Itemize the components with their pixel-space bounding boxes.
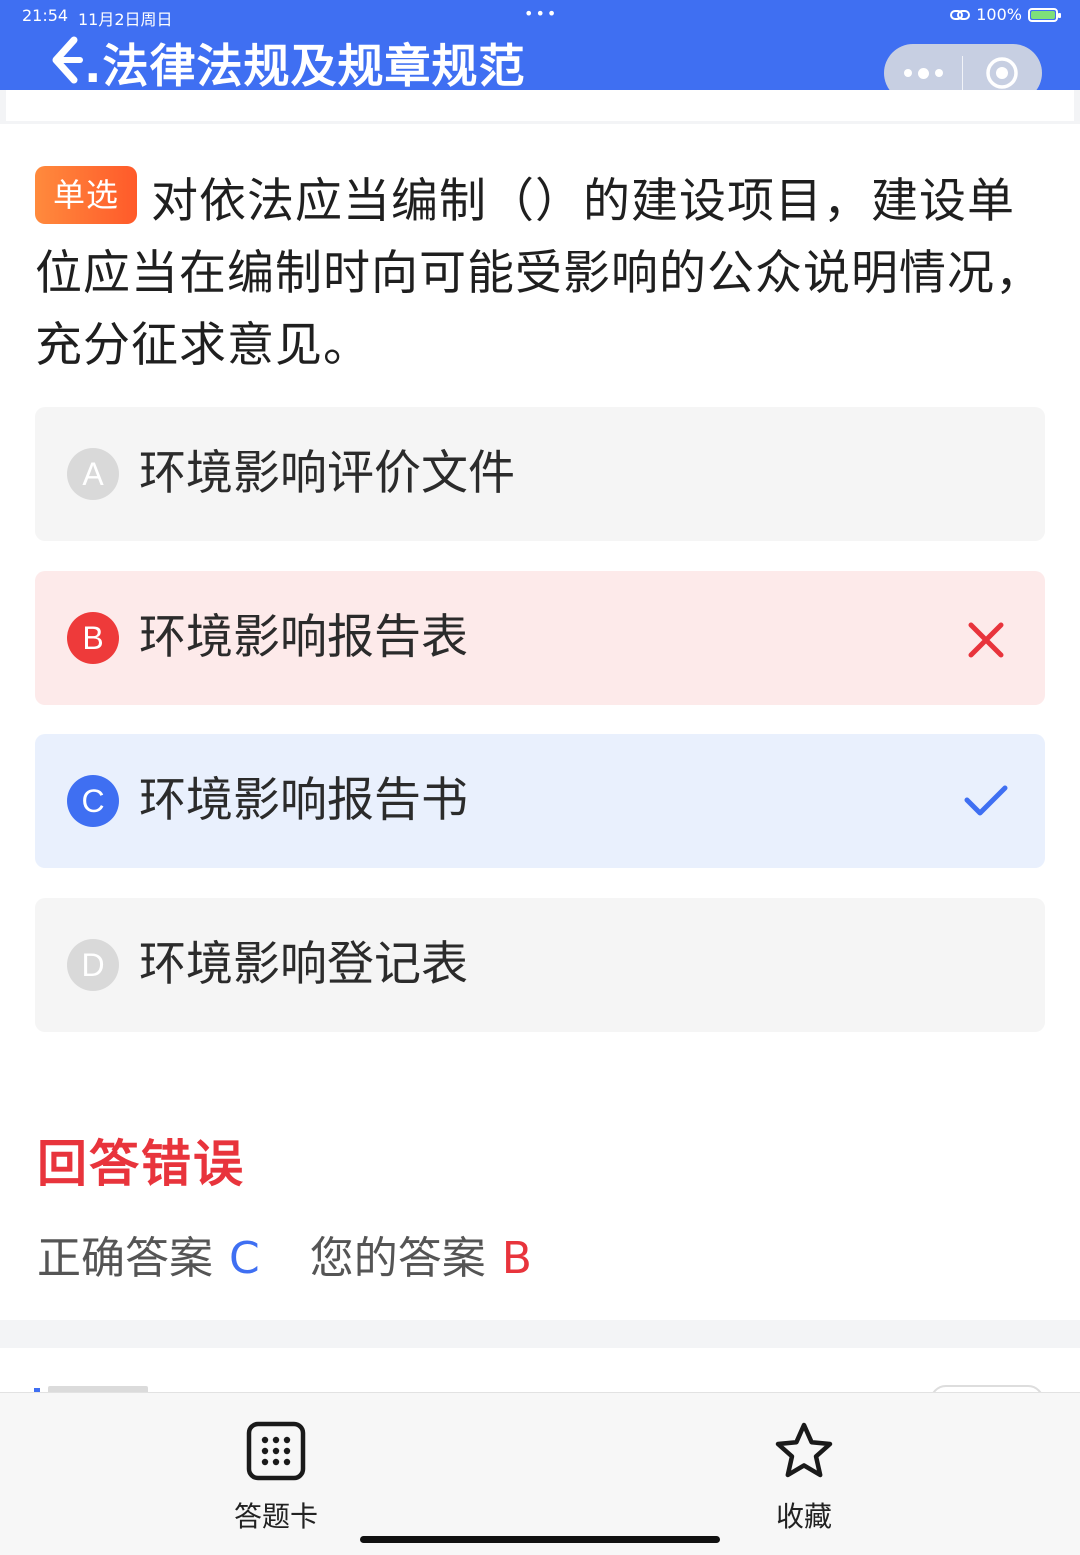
result-title: 回答错误 — [37, 1135, 245, 1193]
option-letter: A — [67, 448, 119, 500]
app-header: 21:54 11月2日周日 ••• 100% .法律法规及规章规范 — [0, 0, 1080, 102]
answer-summary: 正确答案 C 您的答案 B — [37, 1222, 532, 1286]
status-center-dots: ••• — [524, 4, 559, 23]
favorite-button[interactable]: 收藏 — [724, 1393, 884, 1533]
option-d[interactable]: D 环境影响登记表 — [35, 898, 1045, 1032]
question-text: 对依法应当编制（）的建设项目，建设单位应当在编制时向可能受影响的公众说明情况，充… — [35, 174, 1043, 373]
status-date: 11月2日周日 — [78, 10, 173, 29]
answer-card-button[interactable]: 答题卡 — [196, 1393, 356, 1533]
top-strip-card — [6, 90, 1074, 121]
bottom-toolbar: 答题卡 收藏 — [0, 1392, 1080, 1555]
grid-card-icon — [246, 1421, 306, 1481]
my-answer-value: B — [501, 1233, 532, 1284]
section-divider — [0, 1320, 1080, 1348]
favorite-label: 收藏 — [775, 1500, 832, 1533]
option-letter: D — [67, 939, 119, 991]
option-b[interactable]: B 环境影响报告表 — [35, 571, 1045, 705]
option-a[interactable]: A 环境影响评价文件 — [35, 407, 1045, 541]
correct-answer-label: 正确答案 — [37, 1233, 213, 1284]
my-answer-label: 您的答案 — [309, 1233, 486, 1284]
option-label: 环境影响评价文件 — [139, 446, 515, 501]
link-icon — [950, 9, 971, 20]
battery-percent: 100% — [976, 5, 1022, 24]
option-letter: C — [67, 775, 119, 827]
question-block: 单选 对依法应当编制（）的建设项目，建设单位应当在编制时向可能受影响的公众说明情况… — [35, 166, 1047, 382]
option-label: 环境影响登记表 — [139, 937, 468, 992]
option-c[interactable]: C 环境影响报告书 — [35, 734, 1045, 868]
close-x-icon — [968, 622, 1004, 658]
page-title: .法律法规及规章规范 — [84, 39, 526, 93]
status-time: 21:54 — [22, 6, 69, 25]
question-type-tag: 单选 — [35, 166, 137, 224]
back-arrow-icon[interactable] — [46, 34, 86, 86]
home-indicator — [360, 1536, 720, 1543]
correct-answer-value: C — [229, 1233, 260, 1284]
option-label: 环境影响报告表 — [139, 610, 468, 665]
answer-card-label: 答题卡 — [233, 1500, 318, 1533]
option-label: 环境影响报告书 — [139, 773, 468, 828]
option-letter: B — [67, 612, 119, 664]
battery-charging-icon — [1028, 7, 1061, 22]
checkmark-icon — [964, 785, 1008, 816]
status-right: 100% — [950, 5, 1061, 24]
star-icon — [775, 1422, 833, 1478]
